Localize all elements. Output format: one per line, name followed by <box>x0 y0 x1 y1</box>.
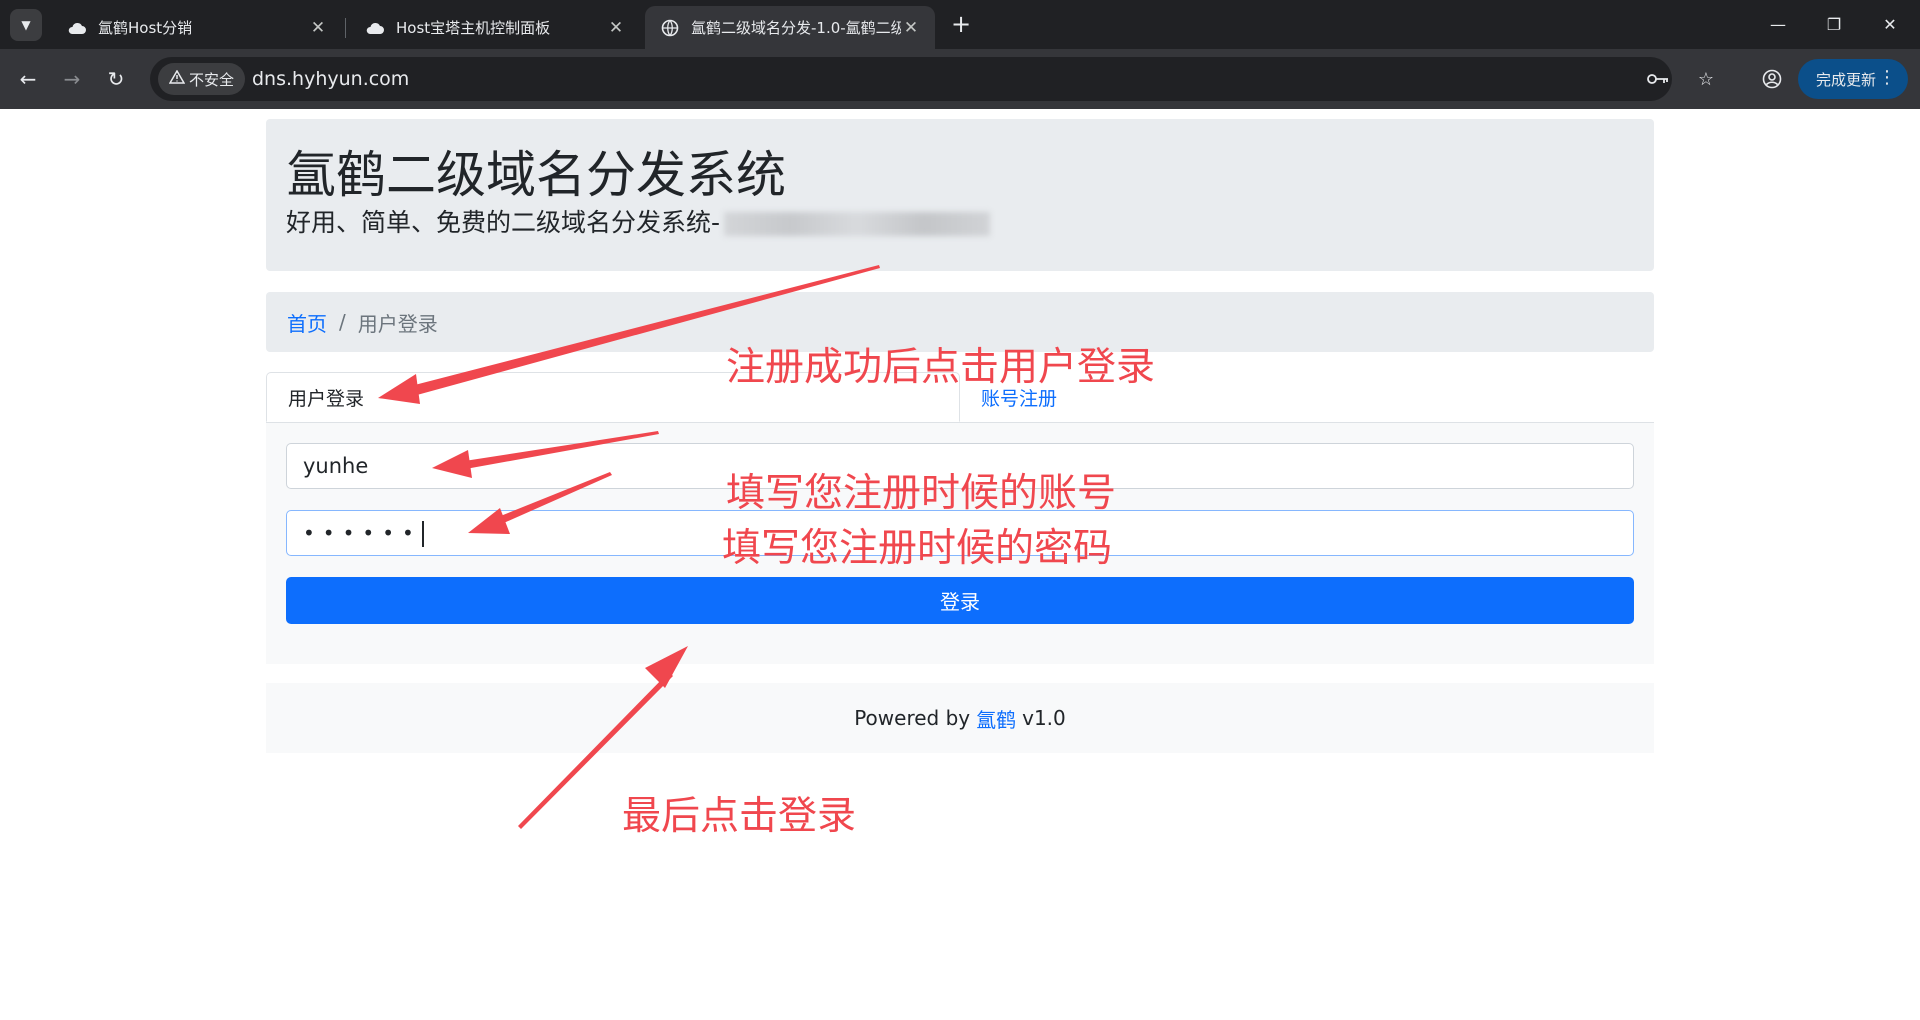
cloud-icon <box>66 21 88 35</box>
breadcrumb-separator: / <box>339 310 346 334</box>
update-button[interactable]: 完成更新 ⋮ <box>1798 59 1908 99</box>
subtitle-text: 好用、简单、免费的二级域名分发系统- <box>286 208 721 237</box>
tab-divider <box>345 18 346 38</box>
security-label: 不安全 <box>189 70 235 89</box>
security-indicator[interactable]: 不安全 <box>158 63 246 95</box>
password-mask: •••••• <box>303 521 422 545</box>
annotation-username-hint: 填写您注册时候的账号 <box>726 471 1117 516</box>
browser-tab-title: Host宝塔主机控制面板 <box>396 19 551 37</box>
window-close-icon[interactable]: ✕ <box>1870 8 1910 40</box>
browser-tab-bar: ▼ 氲鹤Host分销 ✕ Host宝塔主机控制面板 ✕ 氲鹤二级域名分发-1.0… <box>0 0 1920 49</box>
minimize-icon[interactable]: — <box>1758 8 1798 40</box>
browser-toolbar: ← → ↻ 不安全 dns.hyhyun.com ☆ 完成更新 ⋮ <box>0 49 1920 109</box>
reload-icon[interactable]: ↻ <box>98 61 134 97</box>
footer-brand-link[interactable]: 氲鹤 <box>976 704 1016 733</box>
more-vert-icon: ⋮ <box>1878 67 1896 88</box>
close-icon[interactable]: ✕ <box>308 18 328 38</box>
tab-search-button[interactable]: ▼ <box>10 9 42 41</box>
login-button[interactable]: 登录 <box>286 577 1634 624</box>
forward-arrow-icon[interactable]: → <box>54 61 90 97</box>
bookmark-star-icon[interactable]: ☆ <box>1690 63 1722 95</box>
new-tab-button[interactable]: + <box>947 10 975 38</box>
breadcrumb-home-link[interactable]: 首页 <box>287 308 327 337</box>
globe-icon <box>659 19 681 37</box>
chevron-down-icon: ▼ <box>21 18 31 32</box>
annotation-submit-hint: 最后点击登录 <box>622 794 857 839</box>
footer: Powered by 氲鹤 v1.0 <box>266 683 1654 753</box>
browser-tab-3-active[interactable]: 氲鹤二级域名分发-1.0-氲鹤二级 ✕ <box>645 6 935 49</box>
annotation-tab-hint: 注册成功后点击用户登录 <box>726 345 1156 390</box>
warning-triangle-icon <box>168 69 186 88</box>
page-subtitle: 好用、简单、免费的二级域名分发系统- <box>286 203 991 239</box>
browser-tab-2[interactable]: Host宝塔主机控制面板 ✕ <box>350 6 640 49</box>
close-icon[interactable]: ✕ <box>901 18 921 38</box>
close-icon[interactable]: ✕ <box>606 18 626 38</box>
cloud-icon <box>364 21 386 35</box>
update-button-label: 完成更新 <box>1816 70 1877 89</box>
url-text[interactable]: dns.hyhyun.com <box>252 57 409 101</box>
header-banner: 氲鹤二级域名分发系统 好用、简单、免费的二级域名分发系统- <box>266 119 1654 271</box>
footer-prefix: Powered by <box>854 706 971 730</box>
browser-tab-1[interactable]: 氲鹤Host分销 ✕ <box>52 6 342 49</box>
redacted-blur <box>724 212 991 236</box>
annotation-password-hint: 填写您注册时候的密码 <box>722 526 1113 571</box>
restore-icon[interactable]: ❐ <box>1814 8 1854 40</box>
profile-icon[interactable] <box>1754 61 1790 97</box>
browser-tab-title: 氲鹤二级域名分发-1.0-氲鹤二级 <box>691 19 901 37</box>
breadcrumb-current: 用户登录 <box>357 311 438 336</box>
text-caret <box>421 521 424 547</box>
back-arrow-icon[interactable]: ← <box>10 61 46 97</box>
browser-tab-title: 氲鹤Host分销 <box>98 19 193 37</box>
key-icon[interactable] <box>1642 63 1674 95</box>
address-bar[interactable]: 不安全 dns.hyhyun.com <box>150 57 1672 101</box>
page-title: 氲鹤二级域名分发系统 <box>286 146 786 204</box>
footer-version: v1.0 <box>1022 706 1066 730</box>
